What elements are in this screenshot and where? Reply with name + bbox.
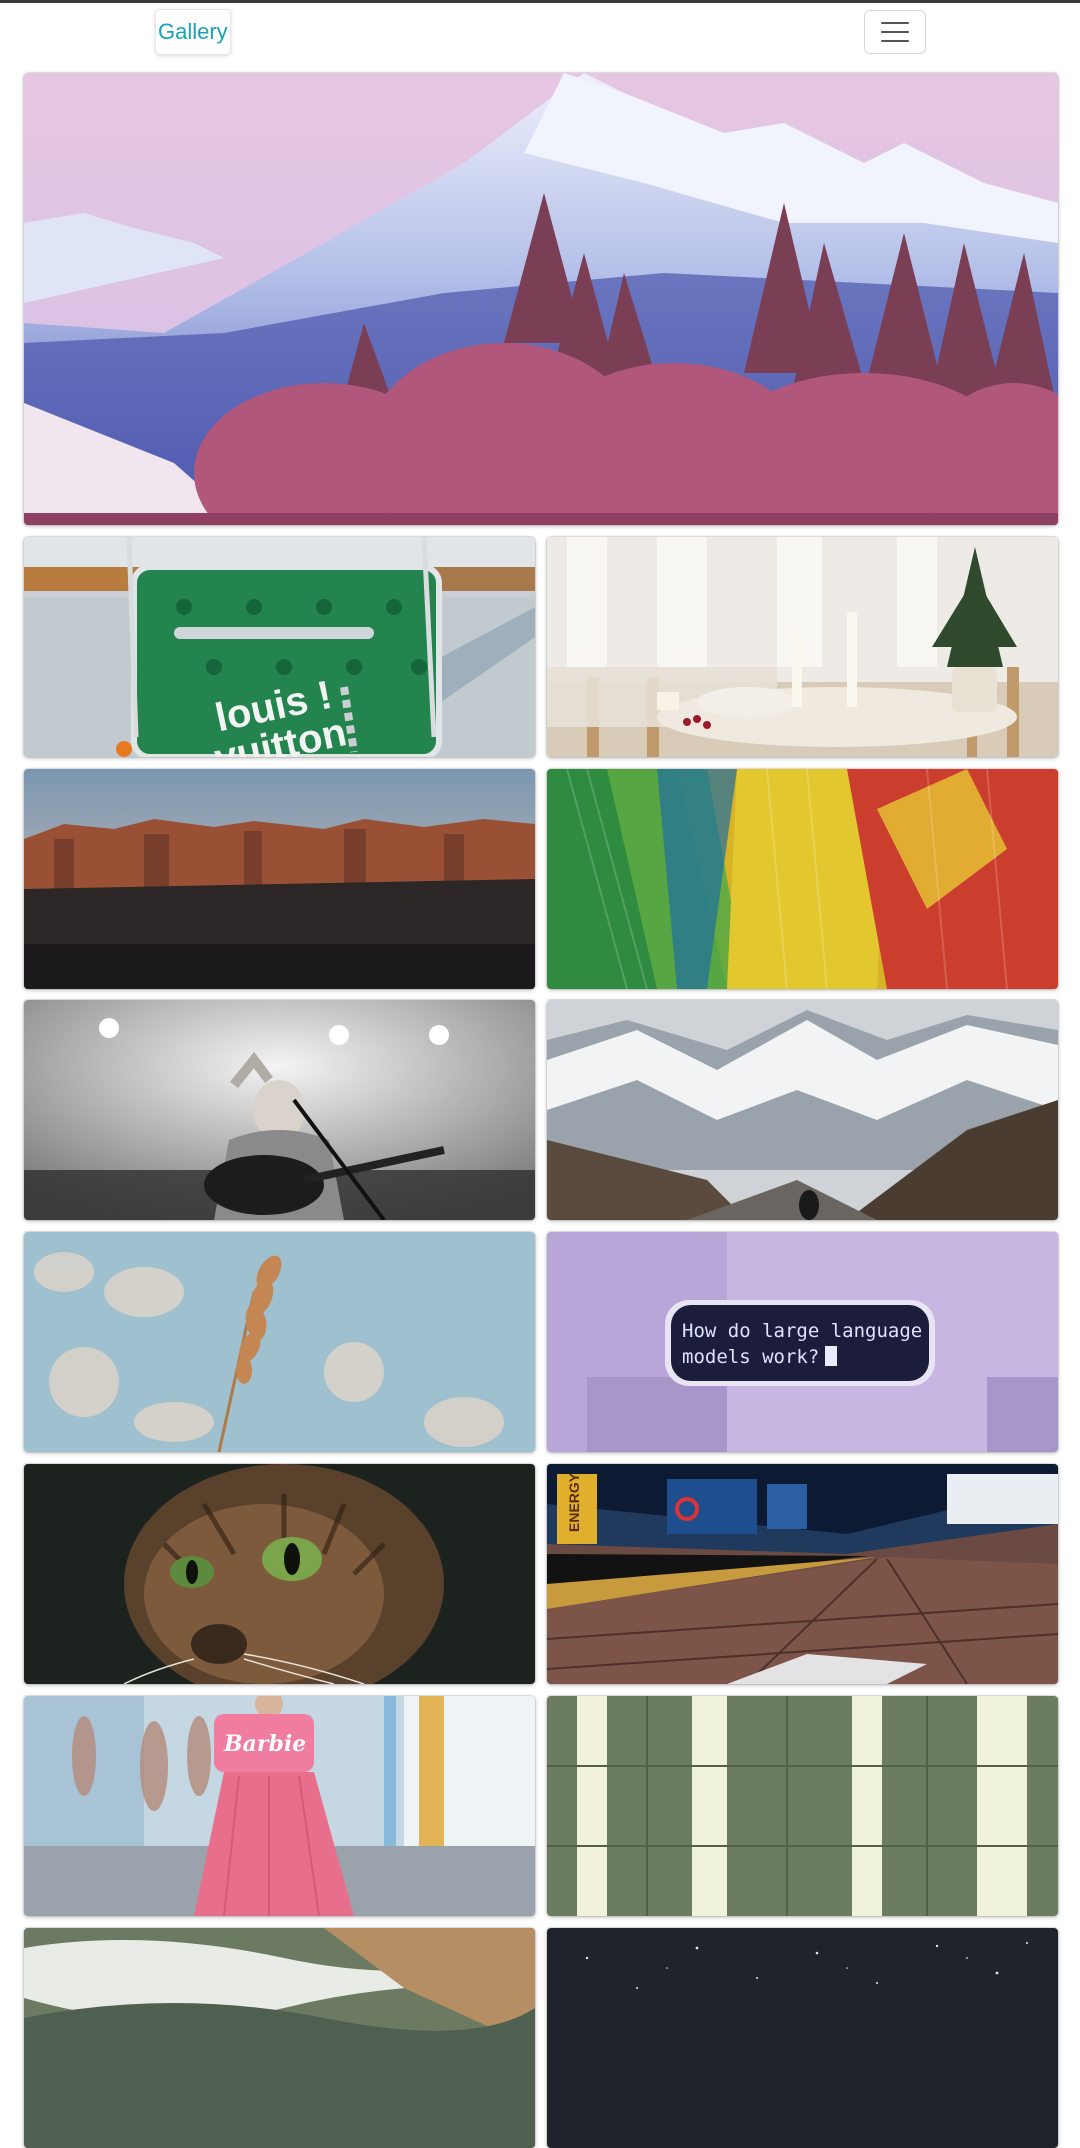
gallery-photo-beach-waves[interactable] — [24, 1928, 535, 2148]
svg-text:Barbie: Barbie — [223, 1731, 306, 1757]
gallery-photo-feathers[interactable] — [547, 769, 1058, 989]
gallery-photo-table-candles[interactable] — [547, 537, 1058, 757]
gallery-photo-grass-stalk[interactable] — [24, 1232, 535, 1452]
hamburger-icon[interactable] — [864, 10, 926, 54]
gallery-photo-green-panels[interactable] — [547, 1696, 1058, 1916]
gallery-hero-photo[interactable] — [24, 73, 1058, 525]
svg-text:models work?: models work? — [682, 1346, 819, 1368]
gallery-photo-green-bag[interactable]: louis ! vuitton — [24, 537, 535, 757]
menu-bar — [881, 40, 909, 42]
gallery-photo-subway[interactable]: ENERGY — [547, 1464, 1058, 1684]
menu-bar — [881, 31, 909, 33]
gallery-photo-snow-valley[interactable] — [547, 1000, 1058, 1220]
svg-text:ENERGY: ENERGY — [566, 1472, 582, 1532]
gallery-photo-singer[interactable] — [24, 1000, 535, 1220]
gallery-photo-pink-outfit[interactable]: Barbie — [24, 1696, 535, 1916]
svg-text:How do large language: How do large language — [682, 1320, 922, 1342]
menu-bar — [881, 22, 909, 24]
gallery-photo-night-sky[interactable] — [547, 1928, 1058, 2148]
gallery-photo-red-rocks[interactable] — [24, 769, 535, 989]
brand-link[interactable]: Gallery — [156, 10, 230, 54]
gallery-photo-llm-screen[interactable]: How do large language models work? — [547, 1232, 1058, 1452]
gallery-photo-cat[interactable] — [24, 1464, 535, 1684]
navbar: Gallery — [0, 3, 1080, 59]
